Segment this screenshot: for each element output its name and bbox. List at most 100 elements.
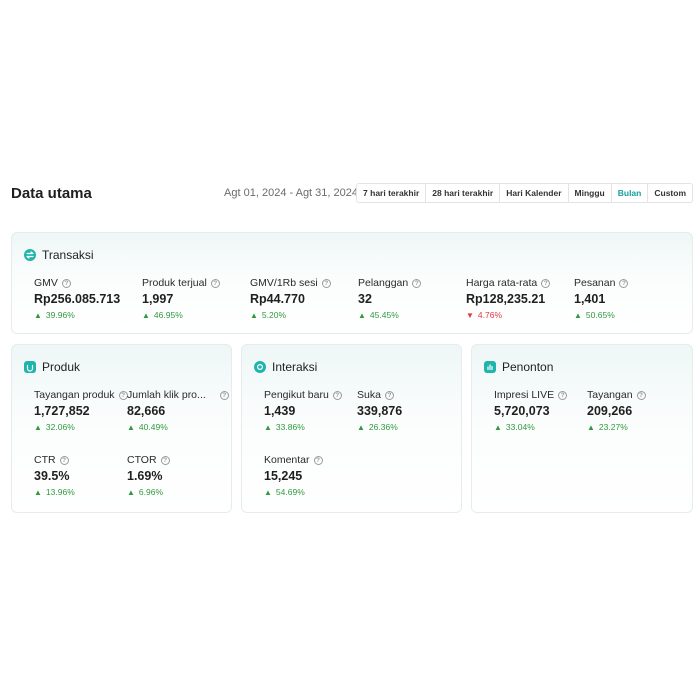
metric-label: Pesanan	[574, 277, 616, 289]
metric-change: ▲ 13.96%	[34, 487, 75, 497]
change-value: 4.76%	[477, 310, 503, 320]
metric-value: 1,439	[264, 404, 296, 418]
metric-value: 209,266	[587, 404, 633, 418]
change-value: 45.45%	[369, 310, 399, 320]
transaksi-header: Transaksi	[24, 248, 94, 262]
metric-ctr[interactable]: CTR? 39.5% ▲ 13.96%	[34, 454, 75, 497]
metric-value: 5,720,073	[494, 404, 550, 418]
arrow-up-icon: ▲	[34, 422, 42, 432]
chat-bubble-icon	[254, 361, 266, 373]
metric-value: 1,727,852	[34, 404, 90, 418]
produk-card: Produk Tayangan produk? 1,727,852 ▲ 32.06…	[11, 344, 232, 513]
change-value: 23.27%	[598, 422, 628, 432]
info-icon[interactable]: ?	[160, 455, 170, 465]
arrow-up-icon: ▲	[587, 422, 595, 432]
metric-label: Harga rata-rata	[466, 277, 538, 289]
interaksi-card: Interaksi Pengikut baru? 1,439 ▲ 33.86% S…	[241, 344, 462, 513]
metric-gmv[interactable]: GMV? Rp256.085.713 ▲ 39.96%	[34, 277, 120, 320]
change-value: 40.49%	[138, 422, 168, 432]
metric-label: GMV	[34, 277, 58, 289]
product-bag-icon	[24, 361, 36, 373]
info-icon[interactable]: ?	[321, 278, 331, 288]
metric-value: 15,245	[264, 469, 303, 483]
metric-label: Suka	[357, 389, 381, 401]
change-value: 33.04%	[505, 422, 535, 432]
info-icon[interactable]: ?	[412, 278, 422, 288]
metric-komentar[interactable]: Komentar? 15,245 ▲ 54.69%	[264, 454, 323, 497]
metric-pesanan[interactable]: Pesanan? 1,401 ▲ 50.65%	[574, 277, 629, 320]
arrow-up-icon: ▲	[34, 310, 42, 320]
info-icon[interactable]: ?	[541, 278, 551, 288]
arrow-up-icon: ▲	[494, 422, 502, 432]
arrow-up-icon: ▲	[357, 422, 365, 432]
metric-pengikut-baru[interactable]: Pengikut baru? 1,439 ▲ 33.86%	[264, 389, 342, 432]
info-icon[interactable]: ?	[59, 455, 69, 465]
metric-value: Rp256.085.713	[34, 292, 121, 306]
info-icon[interactable]: ?	[619, 278, 629, 288]
metric-change: ▲ 46.95%	[142, 310, 220, 320]
produk-header: Produk	[24, 360, 80, 374]
info-icon[interactable]: ?	[313, 455, 323, 465]
arrow-up-icon: ▲	[142, 310, 150, 320]
info-icon[interactable]: ?	[219, 390, 229, 400]
change-value: 26.36%	[368, 422, 398, 432]
metric-change: ▲ 26.36%	[357, 422, 402, 432]
metric-jumlah-klik-produk[interactable]: Jumlah klik pro...? 82,666 ▲ 40.49%	[127, 389, 229, 432]
period-week-button[interactable]: Minggu	[568, 184, 612, 202]
metric-change: ▲ 5.20%	[250, 310, 331, 320]
period-calendar-day-button[interactable]: Hari Kalender	[500, 184, 569, 202]
info-icon[interactable]: ?	[558, 390, 568, 400]
period-month-button[interactable]: Bulan	[611, 184, 649, 202]
metric-change: ▲ 33.04%	[494, 422, 567, 432]
metric-impresi-live[interactable]: Impresi LIVE? 5,720,073 ▲ 33.04%	[494, 389, 568, 432]
change-value: 50.65%	[585, 310, 615, 320]
metric-label: Pelanggan	[358, 277, 409, 289]
metric-value: 1,997	[142, 292, 174, 306]
metric-gmv-per-sesi[interactable]: GMV/1Rb sesi? Rp44.770 ▲ 5.20%	[250, 277, 331, 320]
metric-change: ▲ 54.69%	[264, 487, 323, 497]
metric-suka[interactable]: Suka? 339,876 ▲ 26.36%	[357, 389, 402, 432]
penonton-card: Penonton Impresi LIVE? 5,720,073 ▲ 33.04%…	[471, 344, 693, 513]
period-custom-button[interactable]: Custom	[648, 184, 692, 202]
interaksi-header: Interaksi	[254, 360, 317, 374]
change-value: 32.06%	[45, 422, 75, 432]
info-icon[interactable]: ?	[332, 390, 342, 400]
metric-change: ▲ 32.06%	[34, 422, 128, 432]
transaction-icon	[24, 249, 36, 261]
date-range[interactable]: Agt 01, 2024 - Agt 31, 2024	[224, 187, 358, 199]
arrow-up-icon: ▲	[264, 487, 272, 497]
metric-tayangan-produk[interactable]: Tayangan produk? 1,727,852 ▲ 32.06%	[34, 389, 128, 432]
metric-harga-rata-rata[interactable]: Harga rata-rata? Rp128,235.21 ▼ 4.76%	[466, 277, 551, 320]
metric-change: ▲ 50.65%	[574, 310, 628, 320]
change-value: 33.86%	[275, 422, 305, 432]
metric-change: ▲ 40.49%	[127, 422, 229, 432]
period-7-days-button[interactable]: 7 hari terakhir	[357, 184, 427, 202]
metric-ctor[interactable]: CTOR? 1.69% ▲ 6.96%	[127, 454, 170, 497]
metric-tayangan[interactable]: Tayangan? 209,266 ▲ 23.27%	[587, 389, 646, 432]
metric-produk-terjual[interactable]: Produk terjual? 1,997 ▲ 46.95%	[142, 277, 220, 320]
metric-change: ▲ 39.96%	[34, 310, 120, 320]
change-value: 5.20%	[261, 310, 287, 320]
metric-label: CTOR	[127, 454, 157, 466]
transaksi-title: Transaksi	[42, 248, 94, 262]
metric-value: 39.5%	[34, 469, 70, 483]
arrow-up-icon: ▲	[127, 422, 135, 432]
info-icon[interactable]: ?	[384, 390, 394, 400]
metric-value: 82,666	[127, 404, 166, 418]
metric-pelanggan[interactable]: Pelanggan? 32 ▲ 45.45%	[358, 277, 422, 320]
arrow-up-icon: ▲	[264, 422, 272, 432]
metric-label: Komentar	[264, 454, 310, 466]
metric-value: 339,876	[357, 404, 403, 418]
arrow-down-icon: ▼	[466, 310, 474, 320]
metric-change: ▼ 4.76%	[466, 310, 550, 320]
info-icon[interactable]: ?	[61, 278, 71, 288]
change-value: 13.96%	[45, 487, 75, 497]
info-icon[interactable]: ?	[210, 278, 220, 288]
info-icon[interactable]: ?	[636, 390, 646, 400]
metric-change: ▲ 23.27%	[587, 422, 646, 432]
page-title: Data utama	[11, 185, 92, 202]
penonton-title: Penonton	[502, 360, 554, 374]
change-value: 39.96%	[45, 310, 75, 320]
period-28-days-button[interactable]: 28 hari terakhir	[426, 184, 501, 202]
arrow-up-icon: ▲	[250, 310, 258, 320]
